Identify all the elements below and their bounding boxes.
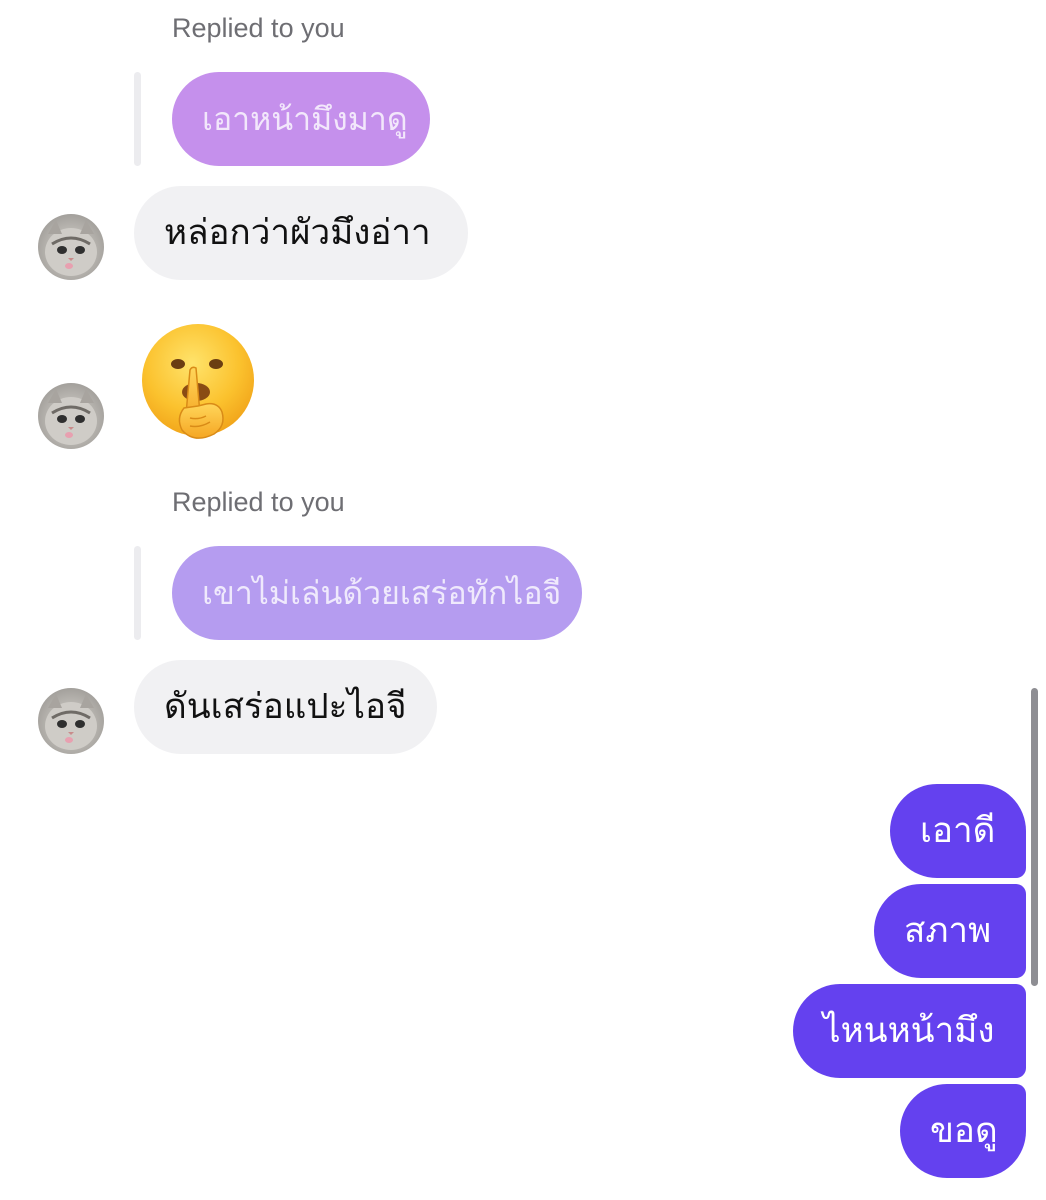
- outgoing-message-bubble[interactable]: เอาดี: [890, 784, 1026, 878]
- outgoing-message-bubble[interactable]: ขอดู: [900, 1084, 1026, 1178]
- replied-to-you-label: Replied to you: [172, 13, 345, 43]
- quoted-message-bubble[interactable]: เอาหน้ามึงมาดู: [172, 72, 430, 166]
- quote-bar: [134, 546, 141, 640]
- scrollbar[interactable]: [1031, 688, 1038, 986]
- quote-bar: [134, 72, 141, 166]
- replied-to-you-label: Replied to you: [172, 487, 345, 517]
- cat-avatar-icon: [45, 220, 97, 276]
- shushing-face-icon[interactable]: [140, 322, 260, 446]
- cat-avatar-icon: [45, 694, 97, 750]
- outgoing-message-bubble[interactable]: ไหนหน้ามึง: [793, 984, 1026, 1078]
- incoming-message-bubble[interactable]: หล่อกว่าผัวมึงอ่าา: [134, 186, 468, 280]
- quoted-message-bubble[interactable]: เขาไม่เล่นด้วยเสร่อทักไอจี: [172, 546, 582, 640]
- cat-avatar-icon: [45, 389, 97, 445]
- avatar[interactable]: [38, 214, 104, 280]
- incoming-message-bubble[interactable]: ดันเสร่อแปะไอจี: [134, 660, 437, 754]
- avatar[interactable]: [38, 383, 104, 449]
- avatar[interactable]: [38, 688, 104, 754]
- outgoing-message-bubble[interactable]: สภาพ: [874, 884, 1026, 978]
